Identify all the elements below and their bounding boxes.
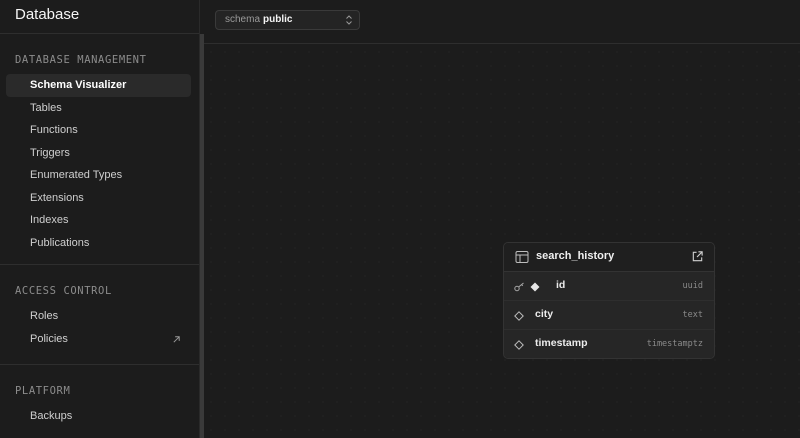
sidebar-item-label: Indexes: [30, 214, 69, 226]
main-area: schema public search_history id uuid cit…: [204, 0, 800, 438]
section-title: DATABASE MANAGEMENT: [15, 54, 147, 66]
table-row[interactable]: city text: [504, 301, 714, 330]
sidebar-item-label: Backups: [30, 410, 73, 422]
sidebar-item-policies[interactable]: Policies: [6, 328, 191, 351]
column-name: city: [535, 308, 554, 320]
sidebar-item-label: Policies: [30, 332, 68, 345]
sidebar-item-label: Functions: [30, 124, 78, 136]
schema-select-value: public: [263, 14, 293, 25]
sidebar-item-label: Tables: [30, 101, 62, 114]
table-icon: [515, 251, 529, 263]
table-name: search_history: [536, 250, 615, 262]
section-title: ACCESS CONTROL: [15, 285, 112, 297]
column-name: id: [556, 279, 566, 291]
section-database-management: DATABASE MANAGEMENT Schema Visualizer Ta…: [0, 34, 199, 265]
table-row[interactable]: timestamp timestamptz: [504, 330, 714, 358]
filled-diamond-icon: [530, 282, 540, 292]
schema-select[interactable]: schema public: [215, 10, 360, 30]
sidebar-item-publications[interactable]: Publications: [6, 232, 191, 255]
sidebar-item-backups[interactable]: Backups: [6, 405, 191, 428]
sidebar-item-label: Triggers: [30, 146, 70, 159]
sidebar-item-triggers[interactable]: Triggers: [6, 142, 191, 165]
column-type: timestamptz: [646, 339, 703, 349]
sidebar-item-roles[interactable]: Roles: [6, 305, 191, 328]
column-name: timestamp: [535, 337, 588, 349]
schema-canvas[interactable]: search_history id uuid city text timesta…: [204, 45, 800, 438]
external-link-icon[interactable]: [691, 250, 704, 263]
sidebar-title: Database: [0, 0, 199, 34]
sidebar-item-label: Schema Visualizer: [30, 79, 127, 91]
section-title: PLATFORM: [15, 385, 71, 397]
sidebar-item-label: Extensions: [30, 191, 84, 204]
sidebar: Database DATABASE MANAGEMENT Schema Visu…: [0, 0, 200, 438]
column-type: text: [682, 310, 703, 320]
sidebar-item-schema-visualizer[interactable]: Schema Visualizer: [6, 74, 191, 97]
chevron-up-down-icon: [346, 15, 352, 25]
table-node[interactable]: search_history id uuid city text timesta…: [503, 242, 715, 359]
sidebar-item-label: Enumerated Types: [30, 169, 123, 181]
table-row[interactable]: id uuid: [504, 272, 714, 301]
sidebar-item-label: Roles: [30, 310, 59, 322]
section-platform: PLATFORM Backups: [0, 365, 199, 438]
sidebar-item-enumerated-types[interactable]: Enumerated Types: [6, 164, 191, 187]
toolbar: schema public: [204, 0, 800, 44]
sidebar-item-extensions[interactable]: Extensions: [6, 187, 191, 210]
key-icon: [514, 282, 524, 292]
diamond-outline-icon: [514, 311, 524, 321]
section-access-control: ACCESS CONTROL Roles Policies: [0, 265, 199, 365]
sidebar-item-functions[interactable]: Functions: [6, 119, 191, 142]
sidebar-item-label: Publications: [30, 236, 90, 249]
sidebar-item-tables[interactable]: Tables: [6, 97, 191, 120]
schema-select-key: schema: [225, 14, 261, 25]
arrow-up-right-icon: [173, 335, 180, 343]
column-type: uuid: [682, 281, 703, 291]
table-node-header: search_history: [504, 243, 714, 272]
diamond-outline-icon: [514, 340, 524, 350]
sidebar-item-indexes[interactable]: Indexes: [6, 209, 191, 232]
